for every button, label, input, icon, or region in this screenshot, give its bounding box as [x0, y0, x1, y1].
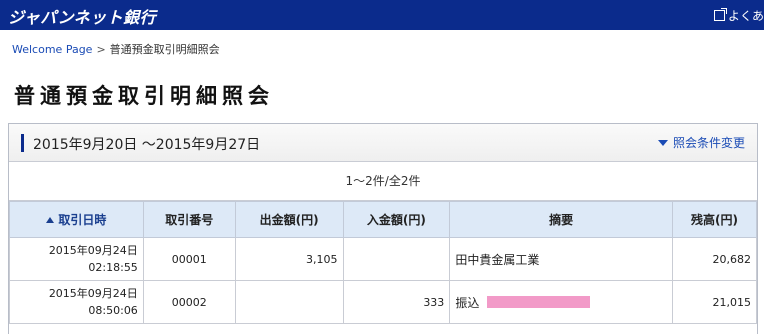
column-header-date-label: 取引日時: [58, 213, 107, 227]
withdrawal-amount: 3,105: [234, 237, 344, 281]
transaction-time: 02:18:55: [88, 261, 138, 274]
transaction-datetime: 2015年09月24日 08:50:06: [9, 280, 144, 324]
triangle-down-icon: [657, 140, 668, 146]
transaction-memo-text: 振込: [455, 295, 480, 310]
deposit-amount: 333: [342, 280, 451, 324]
transaction-time: 08:50:06: [88, 304, 138, 317]
column-header-balance: 残高(円): [672, 201, 757, 238]
period-label: 2015年9月20日 〜2015年9月27日: [33, 137, 261, 153]
transaction-date: 2015年09月24日: [48, 244, 138, 257]
transaction-table: 取引日時 取引番号 出金額(円) 入金額(円) 摘要 残高(円) 2015年09…: [9, 201, 757, 324]
faq-link[interactable]: よくあ: [713, 7, 764, 24]
table-row: 2015年09月24日 08:50:06 00002 333 振込 21,015: [9, 280, 757, 324]
change-conditions-label: 照会条件変更: [672, 136, 745, 150]
panel-header: 2015年9月20日 〜2015年9月27日 照会条件変更: [9, 124, 757, 162]
withdrawal-amount: [234, 280, 344, 324]
page-title: 普通預金取引明細照会: [14, 84, 274, 108]
column-header-date[interactable]: 取引日時: [9, 201, 144, 238]
change-conditions-link[interactable]: 照会条件変更: [657, 134, 745, 151]
balance-amount: 20,682: [672, 237, 757, 281]
transaction-memo: 田中貴金属工業: [449, 237, 674, 281]
bank-logo[interactable]: ジャパンネット銀行: [8, 4, 156, 28]
sort-ascending-icon: [46, 217, 55, 223]
column-header-deposit: 入金額(円): [342, 201, 451, 238]
deposit-amount: [342, 237, 451, 281]
transaction-date: 2015年09月24日: [48, 287, 138, 300]
balance-amount: 21,015: [672, 280, 757, 324]
breadcrumb-separator: >: [96, 43, 106, 56]
breadcrumb: Welcome Page > 普通預金取引明細照会: [12, 41, 220, 57]
external-link-icon: [713, 8, 727, 21]
transaction-memo: 振込: [449, 280, 674, 324]
transaction-memo-text: 田中貴金属工業: [455, 252, 540, 267]
breadcrumb-home-link[interactable]: Welcome Page: [12, 43, 92, 56]
top-bar: ジャパンネット銀行 よくあ: [0, 0, 764, 30]
header-accent-bar: [21, 134, 24, 152]
statement-panel: 2015年9月20日 〜2015年9月27日 照会条件変更 1〜2件/全2件 取…: [8, 123, 758, 334]
transaction-number: 00001: [142, 237, 236, 281]
result-count: 1〜2件/全2件: [9, 162, 757, 201]
table-header-row: 取引日時 取引番号 出金額(円) 入金額(円) 摘要 残高(円): [9, 201, 757, 238]
column-header-withdrawal: 出金額(円): [234, 201, 344, 238]
transaction-number: 00002: [142, 280, 236, 324]
redaction-block: [487, 295, 591, 308]
column-header-number: 取引番号: [142, 201, 236, 238]
breadcrumb-current: 普通預金取引明細照会: [109, 43, 220, 56]
column-header-memo: 摘要: [449, 201, 674, 238]
table-row: 2015年09月24日 02:18:55 00001 3,105 田中貴金属工業 …: [9, 237, 757, 281]
transaction-datetime: 2015年09月24日 02:18:55: [9, 237, 144, 281]
faq-link-label: よくあ: [727, 9, 764, 23]
